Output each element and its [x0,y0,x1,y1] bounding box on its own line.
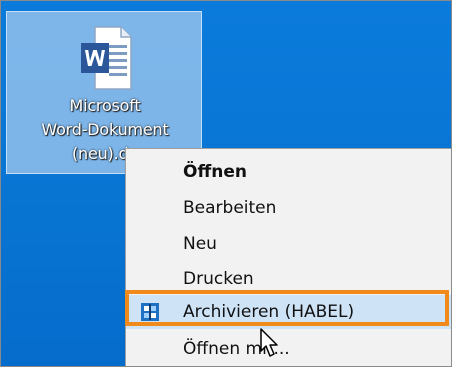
menu-item-archive-label: Archivieren (HABEL) [183,302,355,322]
caption-line-1: Microsoft [69,96,141,115]
menu-item-print[interactable]: Drucken [126,262,451,296]
menu-item-open[interactable]: Öffnen [126,155,451,189]
menu-item-new[interactable]: Neu [126,227,451,261]
menu-item-edit[interactable]: Bearbeiten [126,191,451,225]
menu-item-archive-habel[interactable]: Archivieren (HABEL) [126,295,451,329]
word-document-icon [81,26,132,90]
caption-line-2: Word-Dokument [41,120,169,139]
context-menu: Öffnen Bearbeiten Neu Drucken Archiviere… [125,148,451,366]
desktop[interactable]: Microsoft Word-Dokument (neu).do Öffnen … [0,0,452,367]
archive-icon [141,303,159,321]
menu-item-open-with[interactable]: Öffnen mit... [126,332,451,366]
arrow-cursor [260,328,278,357]
